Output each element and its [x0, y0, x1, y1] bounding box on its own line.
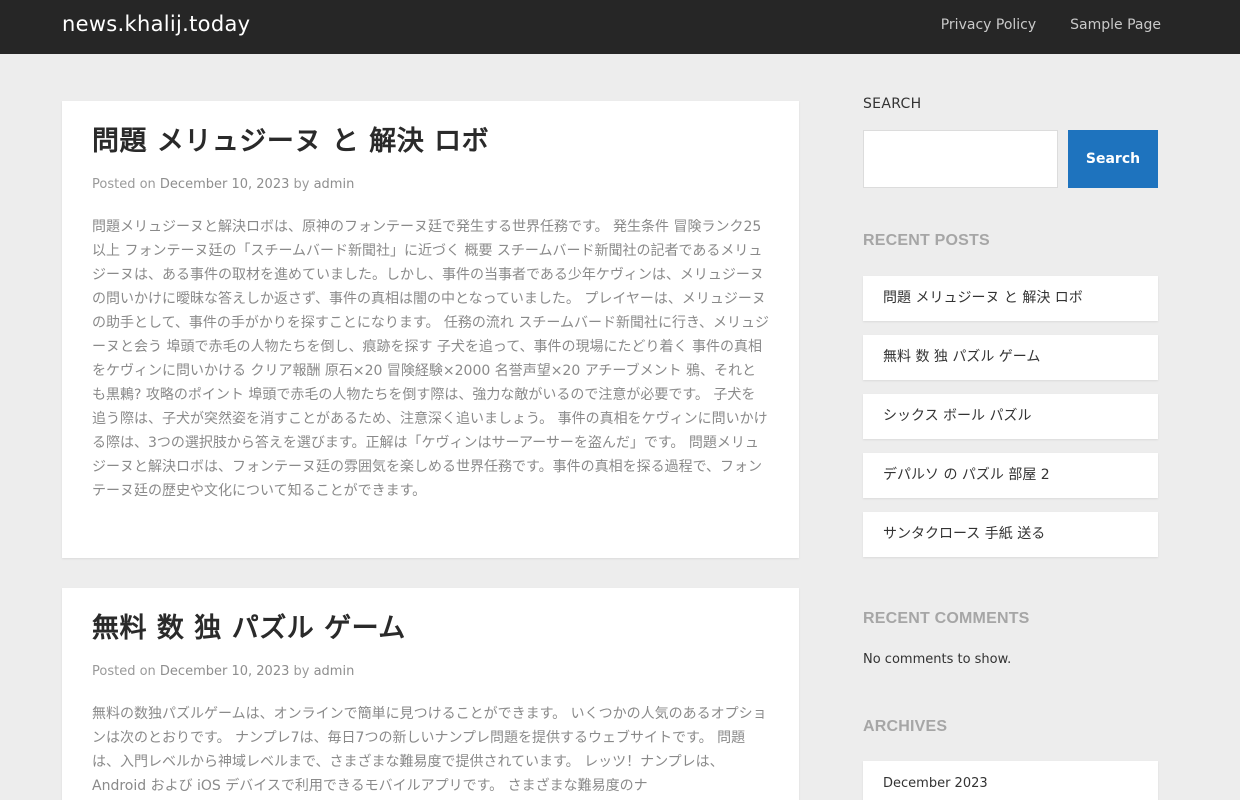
post-title-link[interactable]: 無料 数 独 パズル ゲーム — [92, 610, 769, 648]
posted-on-label: Posted on — [92, 664, 156, 679]
by-label: by — [293, 664, 310, 679]
search-form: Search — [863, 130, 1158, 188]
recent-post-item[interactable]: デパルソ の パズル 部屋 2 — [863, 453, 1158, 498]
site-title-link[interactable]: news.khalij.today — [62, 12, 250, 36]
archive-item-december-2023[interactable]: December 2023 — [863, 761, 1158, 800]
post-meta: Posted on December 10, 2023 by admin — [92, 175, 769, 195]
recent-comments-heading: RECENT COMMENTS — [863, 610, 1030, 627]
nav-item-sample-page[interactable]: Sample Page — [1070, 17, 1161, 33]
recent-post-item[interactable]: 問題 メリュジーヌ と 解決 ロボ — [863, 276, 1158, 321]
recent-post-item[interactable]: サンタクロース 手紙 送る — [863, 512, 1158, 557]
post-card: 問題 メリュジーヌ と 解決 ロボ Posted on December 10,… — [62, 101, 799, 558]
post-card: 無料 数 独 パズル ゲーム Posted on December 10, 20… — [62, 588, 799, 800]
recent-post-item[interactable]: 無料 数 独 パズル ゲーム — [863, 335, 1158, 380]
main-nav: Privacy Policy Sample Page — [941, 17, 1161, 33]
post-author-link[interactable]: admin — [314, 177, 355, 192]
search-button[interactable]: Search — [1068, 130, 1158, 188]
search-widget-label: SEARCH — [863, 96, 922, 112]
no-comments-text: No comments to show. — [863, 652, 1012, 667]
top-bar: news.khalij.today Privacy Policy Sample … — [0, 0, 1240, 54]
posted-on-label: Posted on — [92, 177, 156, 192]
nav-item-privacy-policy[interactable]: Privacy Policy — [941, 17, 1036, 33]
by-label: by — [293, 177, 310, 192]
search-input[interactable] — [863, 130, 1058, 188]
post-meta: Posted on December 10, 2023 by admin — [92, 662, 769, 682]
recent-posts-heading: RECENT POSTS — [863, 232, 990, 249]
post-title-link[interactable]: 問題 メリュジーヌ と 解決 ロボ — [92, 123, 769, 161]
post-author-link[interactable]: admin — [314, 664, 355, 679]
post-excerpt: 無料の数独パズルゲームは、オンラインで簡単に見つけることができます。 いくつかの… — [92, 706, 767, 794]
recent-post-item[interactable]: シックス ボール パズル — [863, 394, 1158, 439]
post-excerpt: 問題メリュジーヌと解決ロボは、原神のフォンテーヌ廷で発生する世界任務です。 発生… — [92, 219, 769, 499]
archives-heading: ARCHIVES — [863, 718, 948, 735]
post-date-link[interactable]: December 10, 2023 — [160, 177, 289, 192]
recent-posts-list: 問題 メリュジーヌ と 解決 ロボ 無料 数 独 パズル ゲーム シックス ボー… — [863, 276, 1158, 571]
post-date-link[interactable]: December 10, 2023 — [160, 664, 289, 679]
